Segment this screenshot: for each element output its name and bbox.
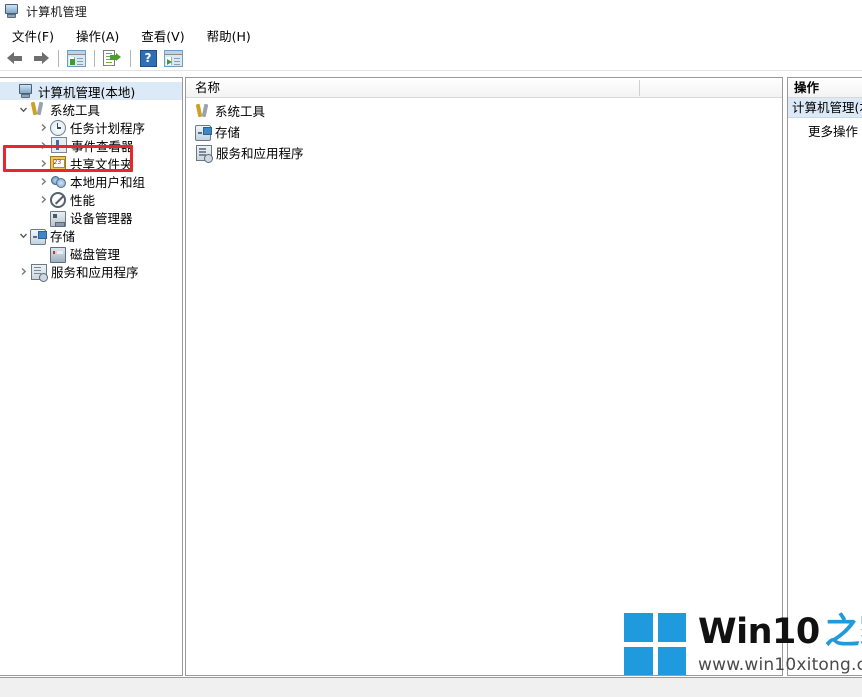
show-action-pane-icon (163, 50, 183, 67)
computer-management-window: 计算机管理 文件(F) 操作(A) 查看(V) 帮助(H) ? 计算机管理(本地… (0, 0, 862, 697)
toolbar: ? (0, 47, 862, 71)
tree-item-label: 磁盘管理 (70, 246, 121, 262)
performance-icon (50, 191, 66, 208)
services-apps-icon (196, 145, 213, 163)
tree-item-device-manager[interactable]: 设备管理器 (0, 208, 182, 227)
title-bar: 计算机管理 (0, 0, 862, 22)
tree-item-disk-management[interactable]: 磁盘管理 (0, 244, 182, 263)
tree-item-services-and-applications[interactable]: 服务和应用程序 (0, 262, 182, 282)
event-viewer-icon (51, 137, 67, 153)
list-item-storage[interactable]: 存储 (186, 121, 782, 142)
chevron-right-icon[interactable] (36, 190, 50, 208)
menu-bar: 文件(F) 操作(A) 查看(V) 帮助(H) (0, 24, 862, 46)
column-divider[interactable] (639, 80, 640, 96)
forward-button[interactable] (28, 48, 52, 70)
back-arrow-icon (6, 52, 24, 65)
toolbar-separator-2 (94, 50, 95, 67)
tree-item-event-viewer[interactable]: 事件查看器 (0, 136, 182, 154)
show-hide-console-tree-icon (66, 50, 86, 67)
disk-management-icon (50, 247, 66, 263)
menu-item-action[interactable]: 操作(A) (70, 24, 129, 47)
tree-item-label: 共享文件夹 (70, 156, 133, 172)
tree-item-task-scheduler[interactable]: 任务计划程序 (0, 118, 182, 136)
details-list-pane[interactable]: 名称 系统工具 存储 服务和应用程序 (185, 77, 783, 676)
chevron-down-icon[interactable] (16, 226, 30, 244)
console-tree-pane[interactable]: 计算机管理(本地) 系统工具 任务计划程序 事件查看器 23 共享文件夹 本地用… (0, 77, 183, 676)
panes-region: 计算机管理(本地) 系统工具 任务计划程序 事件查看器 23 共享文件夹 本地用… (0, 77, 862, 676)
tools-icon (195, 103, 211, 119)
actions-pane-header: 操作 (788, 78, 862, 98)
tree-item-label: 性能 (70, 192, 96, 208)
menu-item-view[interactable]: 查看(V) (135, 24, 194, 47)
menu-item-help[interactable]: 帮助(H) (201, 24, 261, 47)
tree-item-label: 服务和应用程序 (51, 264, 139, 280)
device-manager-icon (50, 210, 66, 227)
menu-item-file[interactable]: 文件(F) (6, 24, 64, 47)
tree-item-computer-management[interactable]: 计算机管理(本地) (0, 82, 182, 100)
storage-icon (30, 228, 47, 245)
list-item-services-and-applications[interactable]: 服务和应用程序 (186, 142, 782, 163)
status-bar (0, 677, 862, 697)
tree-item-shared-folders[interactable]: 共享文件夹 (0, 154, 182, 172)
chevron-down-icon[interactable] (16, 100, 30, 118)
help-button[interactable]: ? (136, 48, 160, 70)
tree-item-label: 设备管理器 (70, 210, 133, 226)
chevron-right-icon[interactable] (36, 136, 50, 154)
tree-item-performance[interactable]: 性能 (0, 190, 182, 208)
back-button[interactable] (3, 48, 27, 70)
show-action-pane-button[interactable] (161, 48, 185, 70)
tree-item-system-tools[interactable]: 系统工具 (0, 100, 182, 118)
no-expander (4, 82, 18, 100)
forward-arrow-icon (32, 52, 49, 65)
tree-item-label: 任务计划程序 (70, 120, 146, 136)
shared-folders-icon (50, 156, 66, 172)
computer-icon (4, 3, 20, 19)
tree-item-label: 计算机管理(本地) (38, 84, 136, 100)
chevron-right-icon[interactable] (36, 172, 50, 190)
chevron-right-icon[interactable] (36, 154, 50, 172)
tree-item-label: 事件查看器 (71, 138, 134, 154)
actions-pane[interactable]: 操作 计算机管理(本 更多操作 (787, 77, 862, 676)
list-item-label: 存储 (215, 125, 241, 140)
storage-icon (195, 125, 212, 141)
users-groups-icon (50, 173, 66, 189)
list-item-system-tools[interactable]: 系统工具 (186, 100, 782, 121)
list-item-label: 系统工具 (215, 104, 266, 119)
toolbar-separator-3 (130, 50, 131, 67)
window-title: 计算机管理 (26, 4, 88, 19)
actions-more-actions[interactable]: 更多操作 (788, 122, 862, 142)
console-tree: 计算机管理(本地) 系统工具 任务计划程序 事件查看器 23 共享文件夹 本地用… (0, 78, 182, 282)
help-icon: ? (139, 50, 157, 67)
tree-item-label: 系统工具 (50, 102, 101, 118)
clock-icon (50, 119, 66, 136)
export-list-button[interactable] (100, 48, 124, 70)
tree-item-local-users-and-groups[interactable]: 本地用户和组 (0, 172, 182, 190)
no-expander (36, 244, 50, 262)
show-hide-console-tree-button[interactable] (64, 48, 88, 70)
tree-item-label: 本地用户和组 (70, 174, 146, 190)
list-item-label: 服务和应用程序 (216, 146, 304, 161)
actions-item-computer-management[interactable]: 计算机管理(本 (788, 98, 862, 118)
toolbar-separator-1 (58, 50, 59, 67)
list-column-header: 名称 (186, 78, 782, 98)
computer-icon (18, 83, 34, 99)
no-expander (36, 208, 50, 226)
column-header-name[interactable]: 名称 (186, 78, 639, 98)
chevron-right-icon[interactable] (16, 262, 30, 280)
tools-icon (30, 101, 46, 117)
tree-item-storage[interactable]: 存储 (0, 226, 182, 245)
export-list-icon (103, 50, 121, 67)
services-apps-icon (31, 263, 48, 282)
chevron-right-icon[interactable] (36, 118, 50, 136)
list-body: 系统工具 存储 服务和应用程序 (186, 98, 782, 163)
tree-item-label: 存储 (50, 228, 76, 244)
